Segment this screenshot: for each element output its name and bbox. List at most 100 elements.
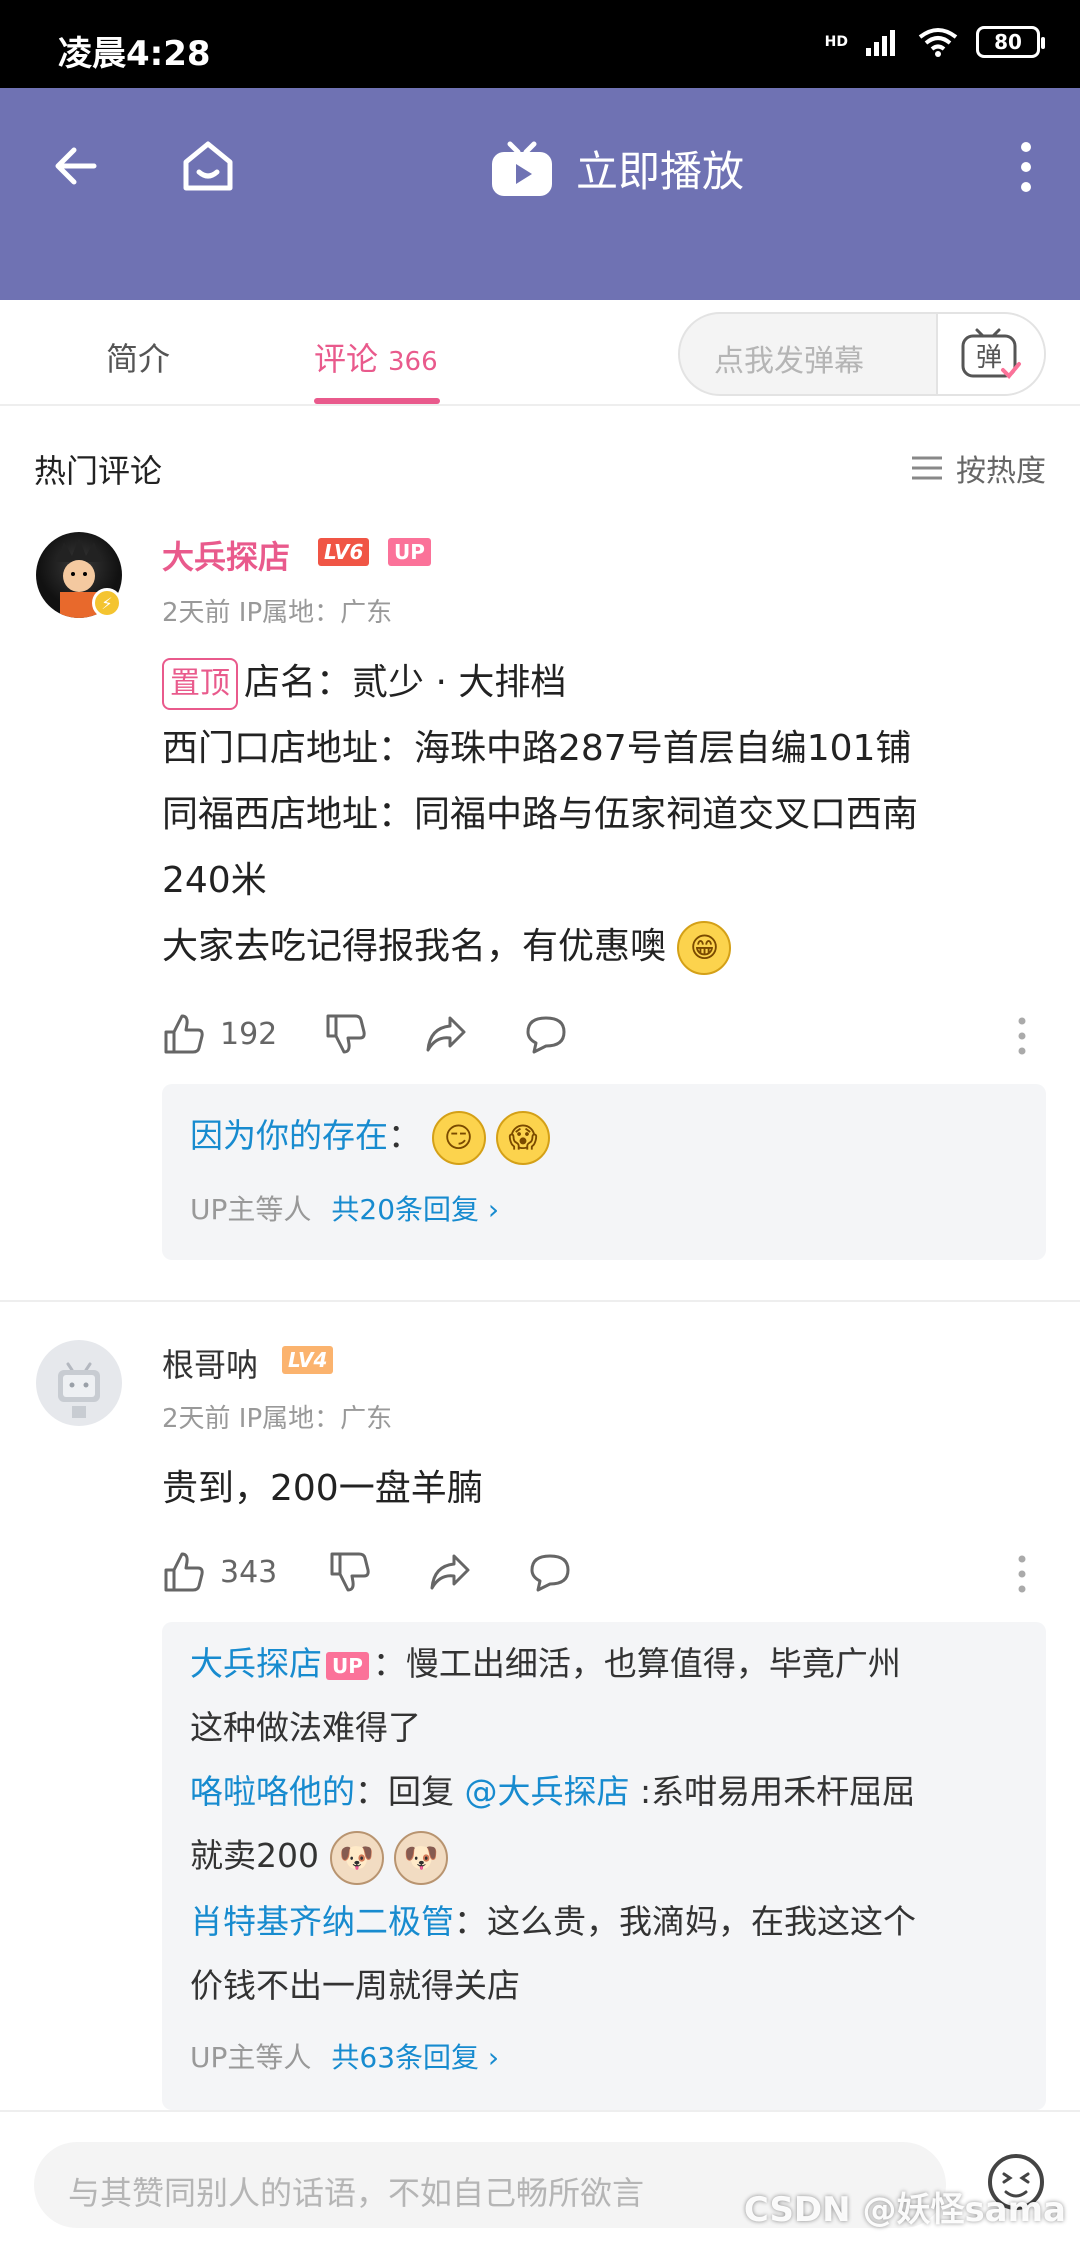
tab-bar: 简介 评论 366 点我发弹幕 弹 bbox=[0, 300, 1080, 406]
verified-badge-icon: ⚡ bbox=[92, 588, 122, 618]
comment-line: 240米 bbox=[162, 860, 267, 901]
comment-text: 大家去吃记得报我名，有优惠噢 bbox=[162, 926, 667, 967]
divider bbox=[0, 1300, 1080, 1302]
tab-intro[interactable]: 简介 bbox=[106, 334, 170, 380]
default-avatar-icon bbox=[58, 1362, 100, 1418]
reply-icon bbox=[530, 1554, 570, 1592]
comment-input-placeholder: 与其赞同别人的话语，不如自己畅所欲言 bbox=[68, 2174, 645, 2212]
like-button[interactable]: 192 bbox=[162, 1012, 277, 1056]
comment-input-bar: 与其赞同别人的话语，不如自己畅所欲言 CSDN @妖怪sama bbox=[0, 2110, 1080, 2248]
wifi-icon bbox=[918, 28, 958, 57]
home-icon[interactable] bbox=[178, 136, 238, 196]
danmaku-toggle-button[interactable]: 弹 bbox=[936, 314, 1044, 394]
more-vertical-icon[interactable] bbox=[1016, 1016, 1028, 1056]
sort-label: 按热度 bbox=[956, 454, 1046, 489]
reply-text: :系咁易用禾杆屈屈 bbox=[629, 1772, 916, 1811]
battery-indicator: 80 bbox=[976, 26, 1045, 58]
dislike-icon bbox=[330, 1552, 370, 1592]
comment-actions: 192 bbox=[162, 1012, 1042, 1062]
comment-line: 大家去吃记得报我名，有优惠噢 😁 bbox=[162, 914, 1042, 980]
reply-footer-label: UP主等人 bbox=[190, 2041, 312, 2074]
comment-username[interactable]: 大兵探店 bbox=[162, 532, 290, 578]
like-icon bbox=[164, 1552, 204, 1592]
view-replies-link[interactable]: 共20条回复 › bbox=[331, 1193, 499, 1226]
view-replies-link[interactable]: 共63条回复 › bbox=[331, 2041, 499, 2074]
level-badge: LV6 bbox=[318, 538, 370, 566]
reply-button[interactable] bbox=[524, 1012, 568, 1056]
reply-line: 因为你的存在： 😏 😱 bbox=[190, 1104, 1030, 1168]
danmaku-placeholder: 点我发弹幕 bbox=[714, 344, 864, 379]
reply-footer-label: UP主等人 bbox=[190, 1193, 312, 1226]
reply-username[interactable]: 肖特基齐纳二极管 bbox=[190, 1902, 454, 1941]
comment-text: 店名：贰少 · 大排档 bbox=[244, 662, 567, 703]
reply-button[interactable] bbox=[528, 1550, 572, 1594]
danmaku-btn-label: 弹 bbox=[976, 343, 1002, 373]
reply-line: 大兵探店 UP ：慢工出细活，也算值得，毕竟广州 bbox=[190, 1632, 1030, 1696]
reply-footer: UP主等人 共63条回复 › bbox=[190, 2036, 499, 2076]
level-badge: LV4 bbox=[282, 1346, 334, 1374]
video-header: 立即播放 bbox=[0, 88, 1080, 300]
grin-emoji-icon: 😁 bbox=[677, 921, 732, 975]
reply-text: ：回复 bbox=[355, 1772, 465, 1811]
status-time: 凌晨4:28 bbox=[58, 34, 211, 74]
like-button[interactable]: 343 bbox=[162, 1550, 277, 1594]
avatar[interactable] bbox=[36, 1340, 122, 1426]
reply-footer: UP主等人 共20条回复 › bbox=[190, 1188, 499, 1228]
reply-line: 就卖200 🐶 🐶 bbox=[190, 1824, 1030, 1888]
comment-meta: 2天前 IP属地：广东 bbox=[162, 598, 393, 628]
sort-button[interactable]: 按热度 bbox=[910, 446, 1046, 490]
network-label: HD bbox=[824, 34, 848, 50]
reply-text: ：这么贵，我滴妈，在我这这个 bbox=[454, 1902, 916, 1941]
active-tab-indicator bbox=[314, 398, 440, 404]
status-bar: 凌晨4:28 HD 80 bbox=[0, 0, 1080, 88]
danmaku-input[interactable]: 点我发弹幕 弹 bbox=[678, 312, 1046, 396]
sort-icon bbox=[912, 456, 942, 480]
reply-username[interactable]: 因为你的存在 bbox=[190, 1116, 388, 1155]
up-badge: UP bbox=[326, 1651, 369, 1680]
mention-link[interactable]: @大兵探店 bbox=[465, 1772, 630, 1811]
tab-comments-count: 366 bbox=[388, 347, 438, 377]
share-icon bbox=[426, 1016, 466, 1052]
signal-icon bbox=[866, 30, 895, 56]
reply-line: 价钱不出一周就得关店 bbox=[190, 1966, 520, 2005]
comment-line: 置顶 店名：贰少 · 大排档 bbox=[162, 650, 1042, 716]
dog-emoji-icon: 🐶 bbox=[394, 1830, 448, 1885]
danmaku-icon: 弹 bbox=[961, 328, 1021, 379]
more-vertical-icon[interactable] bbox=[1016, 1554, 1028, 1594]
tv-play-icon bbox=[492, 141, 552, 196]
comment-username[interactable]: 根哥呐 bbox=[162, 1340, 258, 1386]
reply-line: 肖特基齐纳二极管：这么贵，我滴妈，在我这这个 bbox=[190, 1890, 1030, 1954]
tab-comments[interactable]: 评论 366 bbox=[314, 334, 438, 380]
share-button[interactable] bbox=[428, 1550, 472, 1594]
back-arrow-icon[interactable] bbox=[50, 138, 106, 194]
hot-comments-header: 热门评论 按热度 bbox=[0, 406, 1080, 516]
dislike-button[interactable] bbox=[328, 1550, 372, 1594]
reply-preview[interactable]: 大兵探店 UP ：慢工出细活，也算值得，毕竟广州 这种做法难得了 咯啦咯他的：回复 … bbox=[162, 1622, 1046, 2110]
smirk-emoji-icon: 😏 bbox=[431, 1110, 486, 1165]
reply-line: 这种做法难得了 bbox=[190, 1708, 421, 1747]
dog-emoji-icon: 🐶 bbox=[329, 1830, 384, 1885]
reply-icon bbox=[526, 1016, 566, 1054]
comment-content: 置顶 店名：贰少 · 大排档 西门口店地址：海珠中路287号首层自编101铺 同福… bbox=[162, 650, 1042, 980]
comment-line: 同福西店地址：同福中路与伍家祠道交叉口西南 bbox=[162, 794, 919, 835]
comment-item: 根哥呐 LV4 2天前 IP属地：广东 贵到，200一盘羊腩 343 大兵探店 U… bbox=[0, 1320, 1080, 2110]
comment-content: 贵到，200一盘羊腩 bbox=[162, 1456, 1042, 1522]
more-vertical-icon[interactable] bbox=[1016, 140, 1036, 194]
like-icon bbox=[164, 1014, 204, 1054]
watermark: CSDN @妖怪sama bbox=[743, 2190, 1066, 2230]
play-now-button[interactable]: 立即播放 bbox=[490, 138, 744, 199]
dislike-button[interactable] bbox=[324, 1012, 368, 1056]
like-count: 192 bbox=[220, 1016, 278, 1052]
reply-username[interactable]: 大兵探店 bbox=[190, 1644, 322, 1683]
status-icons: HD 80 bbox=[824, 26, 1045, 58]
reply-text: ：慢工出细活，也算值得，毕竟广州 bbox=[372, 1644, 901, 1683]
share-icon bbox=[430, 1554, 470, 1590]
play-now-label: 立即播放 bbox=[576, 147, 745, 196]
reply-text: ： bbox=[388, 1116, 421, 1155]
comment-line: 贵到，200一盘羊腩 bbox=[162, 1468, 483, 1509]
reply-username[interactable]: 咯啦咯他的 bbox=[190, 1772, 355, 1811]
reply-preview[interactable]: 因为你的存在： 😏 😱 UP主等人 共20条回复 › bbox=[162, 1084, 1046, 1260]
tab-comments-label: 评论 bbox=[314, 340, 379, 378]
like-count: 343 bbox=[220, 1554, 278, 1590]
share-button[interactable] bbox=[424, 1012, 468, 1056]
